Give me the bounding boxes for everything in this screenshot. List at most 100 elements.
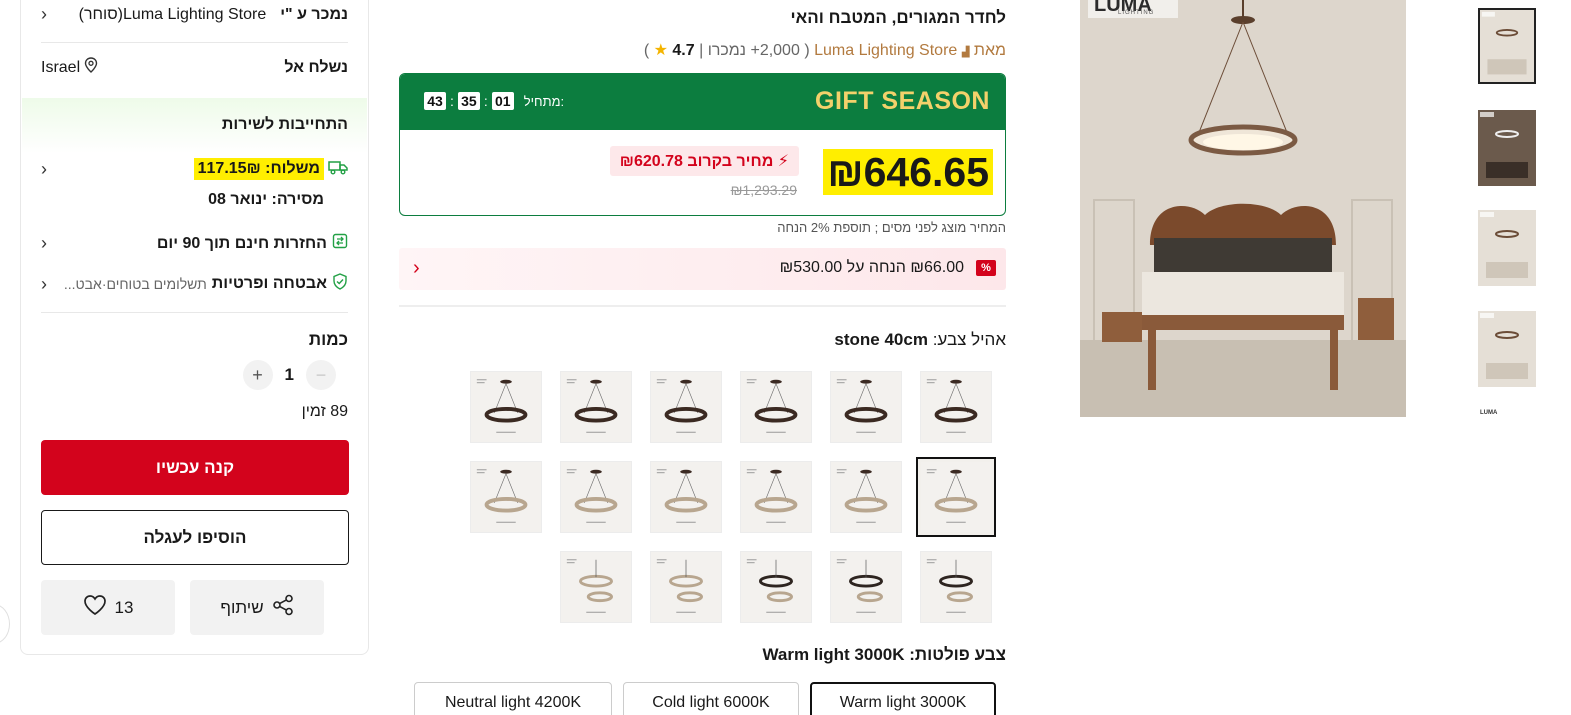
quantity-label: כמות <box>308 330 348 349</box>
promo-title: GIFT SEASON <box>815 87 990 115</box>
color-swatch[interactable] <box>916 457 996 537</box>
quantity-value[interactable]: 1 <box>285 365 294 385</box>
delivery-date: מסירה: ינואר 08 <box>208 191 324 208</box>
ship-to-label: נשלח אל <box>284 58 348 76</box>
timer-minutes: 35 <box>457 92 480 110</box>
color-swatch[interactable] <box>560 551 632 623</box>
ship-to-row[interactable]: נשלח אל Israel <box>41 57 348 78</box>
bedroom-chandelier-image <box>1080 0 1406 417</box>
upcoming-price: מחיר בקרוב ₪620.78 <box>619 153 774 170</box>
chevron-left-icon[interactable]: ‹ <box>41 4 47 25</box>
thumbnail[interactable] <box>1478 311 1536 387</box>
truck-icon <box>328 159 348 180</box>
seller-prefix: מאת <box>973 42 1006 59</box>
brand-logo-sub: LIGHTING <box>1118 10 1155 16</box>
sold-by-label: נמכר ע "י <box>280 5 348 23</box>
color-swatch[interactable] <box>830 371 902 443</box>
thumbnail[interactable]: LUMA <box>1480 410 1497 418</box>
color-swatch[interactable] <box>470 371 542 443</box>
rating-value: 4.7 <box>672 42 695 59</box>
light-option-cold[interactable]: Cold light 6000K <box>623 682 799 715</box>
color-swatch[interactable] <box>740 371 812 443</box>
returns-text: החזרות חינם תוך 90 יום <box>156 234 327 252</box>
wishlist-button[interactable]: 13 <box>41 580 175 635</box>
service-title-row: התחייבות לשירות <box>41 116 348 134</box>
chevron-left-icon[interactable]: ‹ <box>41 159 47 180</box>
color-option-value: stone 40cm <box>834 330 928 349</box>
timer-hours: 01 <box>491 92 514 110</box>
share-button[interactable]: שיתוף <box>190 580 324 635</box>
buy-now-button[interactable]: קנה עכשיו <box>41 440 349 495</box>
scroll-arrow-button[interactable] <box>0 604 10 644</box>
thumbnail[interactable] <box>1478 210 1536 286</box>
sold-count: 2,000+ נמכרו <box>707 42 800 59</box>
share-button-label: שיתוף <box>220 597 264 617</box>
color-swatch[interactable] <box>650 551 722 623</box>
wishlist-count: 13 <box>114 597 134 617</box>
sold-by-store[interactable]: Luma Lighting Store(סוחר) <box>79 6 267 24</box>
color-swatch[interactable] <box>830 551 902 623</box>
availability-row: 89 זמין <box>41 403 348 421</box>
seller-line: מאת ▟ Luma Lighting Store ( 2,000+ נמכרו… <box>643 42 1006 59</box>
chevron-left-icon[interactable]: ‹ <box>41 233 47 254</box>
divider <box>399 305 1006 307</box>
security-title: אבטחה ופרטיות <box>211 275 327 292</box>
original-price: ₪1,293.29 <box>730 182 797 198</box>
color-option-label: אהיל צבע: stone 40cm <box>834 330 1006 350</box>
service-title: התחייבות לשירות <box>221 116 348 133</box>
product-title: לחדר המגורים, המטבח והאי <box>790 8 1006 27</box>
color-swatch[interactable] <box>830 461 902 533</box>
return-icon <box>332 233 348 254</box>
security-row[interactable]: אבטחה ופרטיות תשלומים בטוחים·אבט... ‹ <box>41 273 348 295</box>
minus-button[interactable]: − <box>306 360 336 390</box>
divider <box>41 42 348 43</box>
returns-row[interactable]: החזרות חינם תוך 90 יום ‹ <box>41 233 348 254</box>
sold-by-row[interactable]: נמכר ע "י Luma Lighting Store(סוחר) ‹ <box>41 4 348 25</box>
lightning-icon: ⚡ <box>777 153 789 170</box>
heart-icon <box>83 594 107 621</box>
upcoming-price-badge: ⚡ מחיר בקרוב ₪620.78 <box>609 146 799 176</box>
discount-tag-icon: % <box>976 260 996 276</box>
shipping-row[interactable]: משלוח: 117.15₪ ‹ <box>41 158 348 180</box>
chevron-left-icon[interactable]: ‹ <box>41 274 47 295</box>
light-option-title: צבע פולטות: <box>909 645 1006 664</box>
share-icon <box>272 594 294 621</box>
countdown-timer: 43: 35: 01 מתחיל: <box>424 92 564 110</box>
chevron-left-icon[interactable]: › <box>413 257 420 280</box>
delivery-row: מסירה: ינואר 08 <box>41 191 348 209</box>
product-main-image[interactable]: LUMA LIGHTING <box>1080 0 1406 417</box>
light-option-neutral[interactable]: Neutral light 4200K <box>414 682 612 715</box>
promo-banner: GIFT SEASON 43: 35: 01 מתחיל: <box>400 74 1005 130</box>
coupon-text: ₪66.00 הנחה על ₪530.00 <box>779 259 964 276</box>
tax-note: המחיר מוצג לפני מסים ; תוספת 2% הנחה <box>777 220 1006 235</box>
add-to-cart-button[interactable]: הוסיפו לעגלה <box>41 510 349 565</box>
location-pin-icon <box>84 57 98 78</box>
shipping-cost: משלוח: 117.15₪ <box>193 158 324 180</box>
thumbnail[interactable] <box>1478 110 1536 186</box>
color-swatch[interactable] <box>650 371 722 443</box>
store-icon: ▟ <box>961 47 970 58</box>
store-link[interactable]: Luma Lighting Store <box>814 42 957 59</box>
ship-to-country: Israel <box>41 58 81 76</box>
coupon-banner[interactable]: % ₪66.00 הנחה על ₪530.00 › <box>399 248 1006 290</box>
availability-text: 89 זמין <box>301 403 348 420</box>
color-swatch[interactable] <box>560 461 632 533</box>
light-option-warm[interactable]: Warm light 3000K <box>810 682 996 715</box>
color-swatch[interactable] <box>650 461 722 533</box>
thumbnail[interactable] <box>1478 8 1536 84</box>
color-swatch[interactable] <box>470 461 542 533</box>
color-swatch[interactable] <box>740 551 812 623</box>
star-icon: ★ <box>653 42 668 59</box>
plus-button[interactable]: + <box>242 360 273 390</box>
color-swatch[interactable] <box>920 371 992 443</box>
color-swatch[interactable] <box>920 551 992 623</box>
security-detail: תשלומים בטוחים·אבט... <box>63 276 207 292</box>
color-swatch[interactable] <box>740 461 812 533</box>
light-option-value: Warm light 3000K <box>762 645 905 664</box>
quantity-stepper: − 1 + <box>41 360 348 390</box>
color-swatch[interactable] <box>560 371 632 443</box>
color-option-title: אהיל צבע: <box>932 330 1006 349</box>
price-box: GIFT SEASON 43: 35: 01 מתחיל: ₪646.65 ⚡ … <box>399 73 1006 216</box>
light-option-label: צבע פולטות: Warm light 3000K <box>762 645 1006 665</box>
current-price: ₪646.65 <box>823 149 993 195</box>
